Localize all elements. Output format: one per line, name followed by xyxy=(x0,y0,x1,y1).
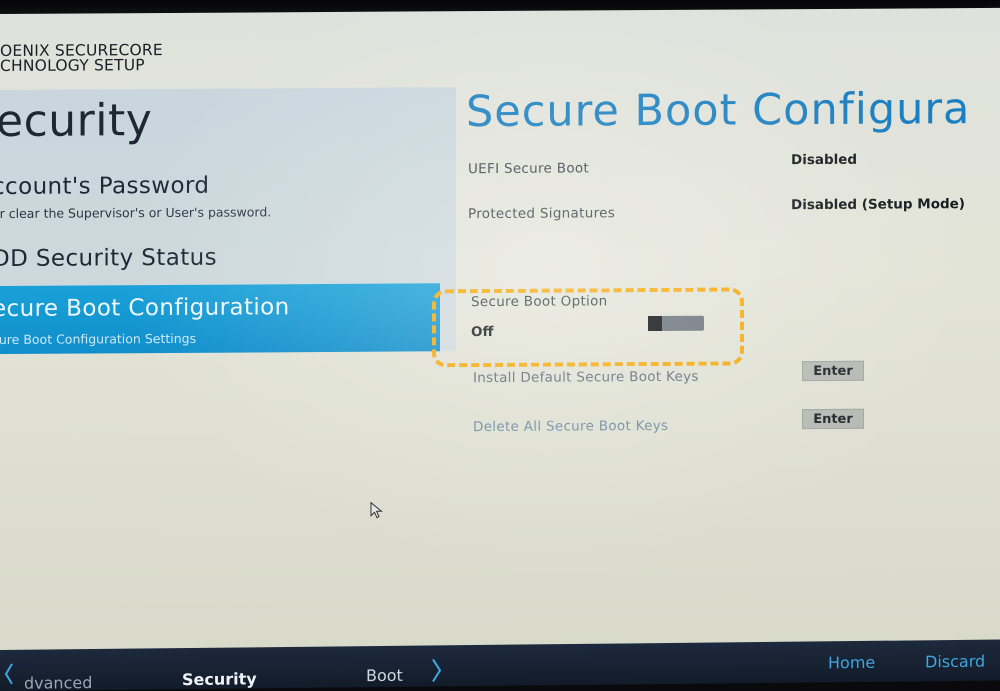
page-title: ecurity xyxy=(0,95,153,148)
nav-boot[interactable]: Boot xyxy=(366,666,403,685)
bios-screen: OENIX SECURECORE CHNOLOGY SETUP ecurity … xyxy=(0,0,1000,691)
secure-boot-option-value: Off xyxy=(471,323,494,341)
nav-home[interactable]: Home xyxy=(828,653,875,672)
uefi-secure-boot-label: UEFI Secure Boot xyxy=(468,160,590,178)
install-default-keys-label: Install Default Secure Boot Keys xyxy=(473,368,699,387)
menu-item-password[interactable]: ccount's Password or clear the Superviso… xyxy=(0,171,448,221)
brand-logo-text: OENIX SECURECORE CHNOLOGY SETUP xyxy=(0,41,163,75)
menu-item-description: cure Boot Configuration Settings xyxy=(0,330,197,348)
nav-advanced[interactable]: dvanced xyxy=(24,673,92,691)
secure-boot-option-label: Secure Boot Option xyxy=(471,293,608,311)
menu-item-secure-boot-selected[interactable]: ecure Boot Configuration cure Boot Confi… xyxy=(0,283,440,354)
nav-security[interactable]: Security xyxy=(182,669,257,689)
protected-signatures-value: Disabled (Setup Mode) xyxy=(791,196,965,214)
install-keys-enter-button[interactable]: Enter xyxy=(802,360,864,382)
delete-keys-enter-button[interactable]: Enter xyxy=(802,408,864,430)
menu-item-label: ccount's Password xyxy=(0,172,210,201)
brand-line-2: CHNOLOGY SETUP xyxy=(0,56,145,75)
menu-item-hdd-security[interactable]: DD Security Status xyxy=(0,243,448,272)
toggle-knob xyxy=(648,315,662,332)
mouse-cursor-icon xyxy=(370,501,383,519)
section-title: Secure Boot Configura xyxy=(466,84,971,138)
menu-item-label: DD Security Status xyxy=(0,244,217,273)
menu-item-description: or clear the Supervisor's or User's pass… xyxy=(0,204,272,222)
uefi-secure-boot-value: Disabled xyxy=(791,151,858,169)
chevron-left-icon xyxy=(4,663,13,685)
nav-discard[interactable]: Discard xyxy=(925,652,985,672)
protected-signatures-label: Protected Signatures xyxy=(468,205,616,223)
menu-item-label: ecure Boot Configuration xyxy=(0,294,290,323)
secure-boot-toggle[interactable] xyxy=(648,315,704,332)
chevron-right-icon xyxy=(432,658,442,682)
setup-display: OENIX SECURECORE CHNOLOGY SETUP ecurity … xyxy=(0,7,1000,662)
delete-all-keys-label: Delete All Secure Boot Keys xyxy=(473,417,669,436)
